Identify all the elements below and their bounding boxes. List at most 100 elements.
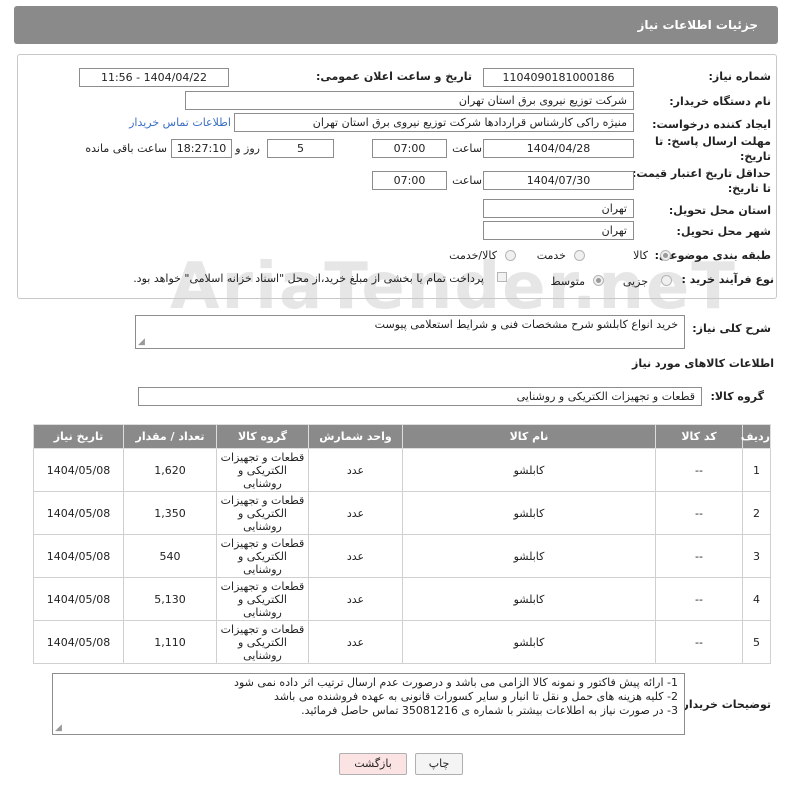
goods-group-field: قطعات و تجهیزات الکتریکی و روشنایی bbox=[138, 387, 702, 406]
category-option-goods: کالا bbox=[633, 249, 648, 262]
cell-qty: 5,130 bbox=[123, 577, 217, 621]
validity-label-2: تا تاریخ: bbox=[727, 182, 771, 195]
resize-handle-icon: ◢ bbox=[55, 723, 62, 733]
cell-group: قطعات و تجهیزات الکتریکی و روشنایی bbox=[216, 620, 309, 664]
requester-label: ایجاد کننده درخواست: bbox=[652, 118, 771, 131]
validity-time-field: 07:00 bbox=[372, 171, 447, 190]
cell-code: -- bbox=[655, 534, 743, 578]
cell-date: 1404/05/08 bbox=[33, 620, 124, 664]
cell-qty: 540 bbox=[123, 534, 217, 578]
goods-table: ردیف کد کالا نام کالا واحد شمارش گروه کا… bbox=[33, 424, 771, 664]
goods-section-title: اطلاعات کالاهای مورد نیاز bbox=[632, 357, 774, 370]
cell-unit: عدد bbox=[308, 577, 403, 621]
days-label: روز و bbox=[235, 142, 260, 155]
cell-row: 3 bbox=[742, 534, 771, 578]
buyer-label: نام دستگاه خریدار: bbox=[669, 95, 771, 108]
deadline-label-2: تاریخ: bbox=[739, 150, 771, 163]
category-label: طبقه بندی موضوعی: bbox=[654, 249, 771, 262]
purchase-radio-medium[interactable] bbox=[593, 275, 604, 286]
remaining-time-field: 18:27:10 bbox=[171, 139, 232, 158]
validity-label-1: حداقل تاریخ اعتبار قیمت: bbox=[631, 167, 771, 180]
table-row: 4 -- کابلشو عدد قطعات و تجهیزات الکتریکی… bbox=[33, 577, 771, 621]
category-radio-service[interactable] bbox=[574, 250, 585, 261]
buyer-note-line: 1- ارائه پیش فاکتور و نمونه کالا الزامی … bbox=[234, 676, 678, 689]
col-header-date: تاریخ نیاز bbox=[33, 424, 124, 449]
page-header: جزئیات اطلاعات نیاز bbox=[14, 6, 778, 44]
col-header-group: گروه کالا bbox=[216, 424, 309, 449]
treasury-payment-note: پرداخت تمام یا بخشی از مبلغ خرید،از محل … bbox=[133, 272, 484, 285]
cell-row: 2 bbox=[742, 491, 771, 535]
category-radio-goods[interactable] bbox=[660, 250, 671, 261]
deadline-time-field: 07:00 bbox=[372, 139, 447, 158]
cell-qty: 1,620 bbox=[123, 448, 217, 492]
announce-field: 1404/04/22 - 11:56 bbox=[79, 68, 229, 87]
category-radio-both[interactable] bbox=[505, 250, 516, 261]
purchase-option-medium: متوسط bbox=[550, 275, 585, 288]
description-textarea[interactable]: خرید انواع کابلشو شرح مشخصات فنی و شرایط… bbox=[135, 315, 685, 349]
cell-name: کابلشو bbox=[402, 491, 656, 535]
back-button[interactable]: بازگشت bbox=[339, 753, 407, 775]
col-header-code: کد کالا bbox=[655, 424, 743, 449]
cell-row: 1 bbox=[742, 448, 771, 492]
cell-unit: عدد bbox=[308, 448, 403, 492]
table-row: 3 -- کابلشو عدد قطعات و تجهیزات الکتریکی… bbox=[33, 534, 771, 578]
table-row: 1 -- کابلشو عدد قطعات و تجهیزات الکتریکی… bbox=[33, 448, 771, 492]
province-field: تهران bbox=[483, 199, 634, 218]
buyer-field: شرکت توزیع نیروی برق استان تهران bbox=[185, 91, 634, 110]
cell-code: -- bbox=[655, 620, 743, 664]
description-label: شرح کلی نیاز: bbox=[692, 322, 771, 335]
days-field: 5 bbox=[267, 139, 334, 158]
cell-name: کابلشو bbox=[402, 620, 656, 664]
buyer-notes-textarea[interactable]: 1- ارائه پیش فاکتور و نمونه کالا الزامی … bbox=[52, 673, 685, 735]
table-row: 2 -- کابلشو عدد قطعات و تجهیزات الکتریکی… bbox=[33, 491, 771, 535]
buyer-note-line: 2- کلیه هزینه های حمل و نقل تا انبار و س… bbox=[273, 690, 678, 703]
cell-qty: 1,110 bbox=[123, 620, 217, 664]
cell-code: -- bbox=[655, 491, 743, 535]
remaining-label: ساعت باقی مانده bbox=[85, 142, 167, 155]
treasury-checkbox[interactable] bbox=[497, 272, 507, 282]
city-label: شهر محل تحویل: bbox=[676, 225, 771, 238]
resize-handle-icon: ◢ bbox=[138, 337, 145, 347]
cell-date: 1404/05/08 bbox=[33, 448, 124, 492]
page-title: جزئیات اطلاعات نیاز bbox=[637, 18, 758, 32]
purchase-radio-minor[interactable] bbox=[661, 275, 672, 286]
purchase-option-minor: جزیی bbox=[622, 275, 648, 288]
buyer-note-line: 3- در صورت نیاز به اطلاعات بیشتر با شمار… bbox=[301, 704, 678, 717]
validity-date-field: 1404/07/30 bbox=[483, 171, 634, 190]
cell-date: 1404/05/08 bbox=[33, 534, 124, 578]
need-number-label: شماره نیاز: bbox=[708, 70, 771, 83]
buyer-contact-link[interactable]: اطلاعات تماس خریدار bbox=[129, 116, 231, 129]
col-header-name: نام کالا bbox=[402, 424, 656, 449]
col-header-row: ردیف bbox=[741, 424, 771, 449]
cell-group: قطعات و تجهیزات الکتریکی و روشنایی bbox=[216, 491, 309, 535]
col-header-qty: تعداد / مقدار bbox=[123, 424, 217, 449]
cell-code: -- bbox=[655, 577, 743, 621]
table-row: 5 -- کابلشو عدد قطعات و تجهیزات الکتریکی… bbox=[33, 620, 771, 664]
description-text: خرید انواع کابلشو شرح مشخصات فنی و شرایط… bbox=[374, 318, 678, 331]
announce-label: تاریخ و ساعت اعلان عمومی: bbox=[315, 70, 472, 83]
buyer-notes-label: توضیحات خریدار: bbox=[678, 698, 771, 711]
cell-date: 1404/05/08 bbox=[33, 577, 124, 621]
deadline-date-field: 1404/04/28 bbox=[483, 139, 634, 158]
deadline-time-label: ساعت bbox=[452, 142, 482, 155]
deadline-label-1: مهلت ارسال پاسخ: تا bbox=[655, 135, 771, 148]
cell-unit: عدد bbox=[308, 620, 403, 664]
goods-group-label: گروه کالا: bbox=[710, 390, 764, 403]
cell-group: قطعات و تجهیزات الکتریکی و روشنایی bbox=[216, 577, 309, 621]
requester-field: منیژه راکی کارشناس قراردادها شرکت توزیع … bbox=[234, 113, 634, 132]
cell-group: قطعات و تجهیزات الکتریکی و روشنایی bbox=[216, 534, 309, 578]
col-header-unit: واحد شمارش bbox=[308, 424, 403, 449]
cell-date: 1404/05/08 bbox=[33, 491, 124, 535]
validity-time-label: ساعت bbox=[452, 174, 482, 187]
province-label: استان محل تحویل: bbox=[668, 204, 771, 217]
cell-code: -- bbox=[655, 448, 743, 492]
category-option-service: خدمت bbox=[536, 249, 566, 262]
city-field: تهران bbox=[483, 221, 634, 240]
cell-unit: عدد bbox=[308, 491, 403, 535]
cell-qty: 1,350 bbox=[123, 491, 217, 535]
cell-row: 5 bbox=[742, 620, 771, 664]
category-option-both: کالا/خدمت bbox=[449, 249, 497, 262]
cell-name: کابلشو bbox=[402, 534, 656, 578]
cell-group: قطعات و تجهیزات الکتریکی و روشنایی bbox=[216, 448, 309, 492]
print-button[interactable]: چاپ bbox=[415, 753, 463, 775]
